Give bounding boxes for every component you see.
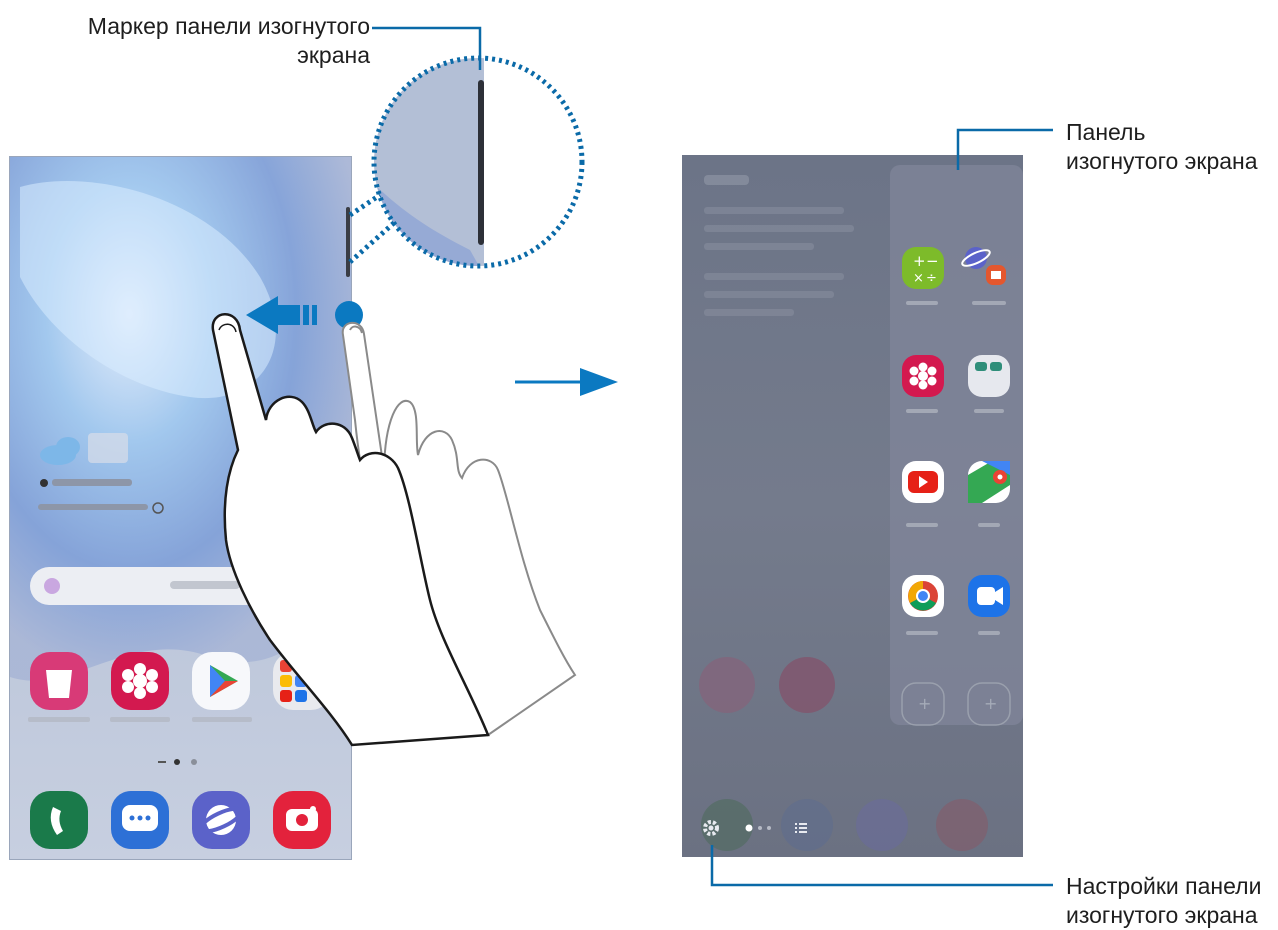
panel-callout: Панель изогнутого экрана — [1066, 118, 1276, 176]
panel-callout-line — [956, 128, 1053, 170]
settings-callout-line2: изогнутого экрана — [1066, 902, 1258, 928]
panel-callout-line2: изогнутого экрана — [1066, 148, 1258, 174]
settings-callout-line — [710, 845, 1053, 887]
magnifier — [348, 55, 585, 269]
settings-callout: Настройки панели изогнутого экрана — [1066, 872, 1276, 930]
panel-callout-line1: Панель — [1066, 119, 1146, 145]
settings-callout-line1: Настройки панели — [1066, 873, 1262, 899]
handle-callout-line2: экрана — [297, 42, 370, 68]
handle-callout-line1: Маркер панели изогнутого — [87, 13, 370, 39]
handle-callout: Маркер панели изогнутого экрана — [60, 12, 370, 70]
edge-panel-handle-zoomed — [478, 80, 484, 245]
next-step-arrow — [515, 368, 618, 396]
